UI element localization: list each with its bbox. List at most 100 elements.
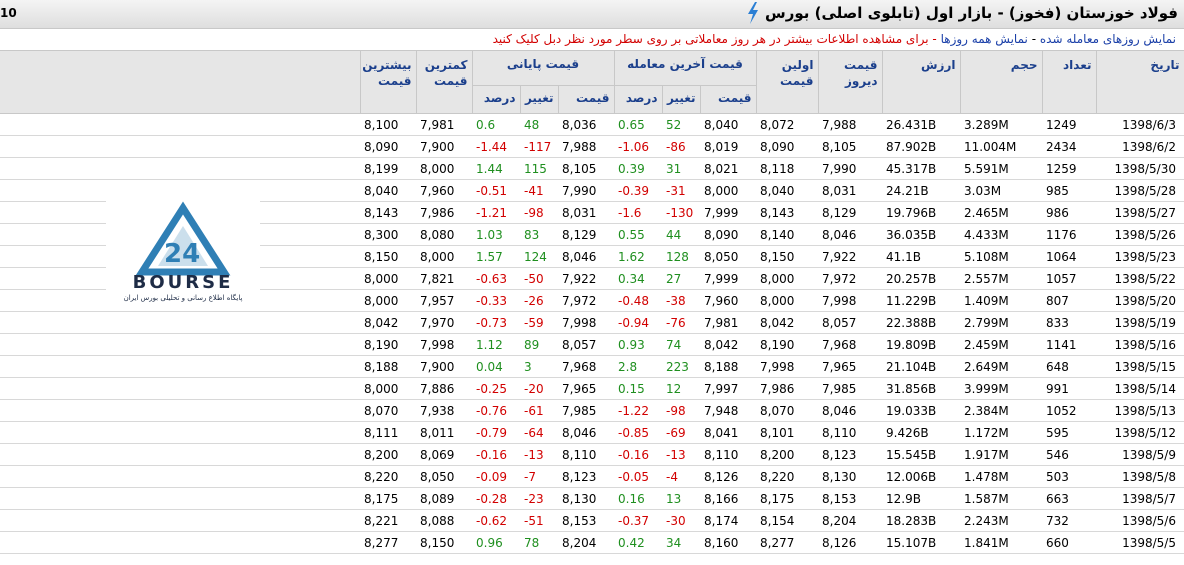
last-change-cell: 31 [662, 157, 700, 180]
final-change-cell: -13 [520, 443, 558, 466]
traded-days-link[interactable]: نمایش روزهای معامله شده [1040, 32, 1176, 46]
date-cell: 1398/5/27 [1096, 201, 1184, 224]
low-price-cell: 8,080 [416, 223, 472, 246]
table-row[interactable]: 1398/6/2 2434 11.004M 87.902B 8,105 8,090 8,01… [0, 135, 1184, 158]
last-percent-cell: -0.39 [614, 179, 662, 202]
header-value[interactable]: ارزش [881, 50, 961, 114]
date-cell: 1398/5/26 [1096, 223, 1184, 246]
volume-cell: 2.459M [960, 333, 1042, 356]
final-change-cell: 124 [520, 245, 558, 268]
table-row[interactable]: 1398/5/9 546 1.917M 15.545B 8,123 8,200 8,110-… [0, 443, 1184, 466]
count-cell: 660 [1042, 531, 1096, 554]
bourse24-logo: 24 BOURSE پایگاه اطلاع رسانی و تحلیلی بو… [106, 196, 260, 304]
last-percent-cell: 0.16 [614, 487, 662, 510]
date-cell: 1398/5/16 [1096, 333, 1184, 356]
first-price-cell: 8,154 [756, 509, 818, 532]
volume-cell: 3.03M [960, 179, 1042, 202]
header-final-price[interactable]: قیمت [557, 85, 615, 114]
count-cell: 991 [1042, 377, 1096, 400]
last-price-cell: 8,166 [700, 487, 756, 510]
value-cell: 18.283B [882, 509, 960, 532]
page-title: فولاد خوزستان (فخوز) - بازار اول (تابلوی… [765, 4, 1178, 22]
last-price-cell: 8,041 [700, 421, 756, 444]
table-row[interactable]: 1398/5/7 663 1.587M 12.9B 8,153 8,175 8,166 13 0… [0, 487, 1184, 510]
last-price-cell: 7,999 [700, 267, 756, 290]
date-cell: 1398/5/8 [1096, 465, 1184, 488]
low-price-cell: 8,000 [416, 157, 472, 180]
final-percent-cell: -1.21 [472, 201, 520, 224]
final-percent-cell: 1.03 [472, 223, 520, 246]
last-change-cell: -13 [662, 443, 700, 466]
last-price-cell: 8,021 [700, 157, 756, 180]
last-change-cell: 223 [662, 355, 700, 378]
header-date[interactable]: تاریخ [1095, 50, 1184, 114]
header-high-price[interactable]: بیشترین قیمت [359, 50, 417, 114]
low-price-cell: 7,986 [416, 201, 472, 224]
high-price-cell: 8,000 [360, 377, 416, 400]
table-row[interactable]: 1398/5/8 503 1.478M 12.006B 8,130 8,220 8,126-… [0, 465, 1184, 488]
corner-text: 10 [0, 6, 17, 20]
table-row[interactable]: 1398/5/19 833 2.799M 22.388B 8,057 8,042 7,981… [0, 311, 1184, 334]
low-price-cell: 8,011 [416, 421, 472, 444]
low-price-cell: 8,150 [416, 531, 472, 554]
volume-cell: 1.409M [960, 289, 1042, 312]
header-spacer [0, 50, 361, 114]
header-last-change[interactable]: تغییر [661, 85, 701, 114]
date-cell: 1398/5/5 [1096, 531, 1184, 554]
first-price-cell: 8,190 [756, 333, 818, 356]
yesterday-price-cell: 7,968 [818, 333, 882, 356]
table-row[interactable]: 1398/5/5 660 1.841M 15.107B 8,126 8,277 8,160 3… [0, 531, 1184, 554]
last-percent-cell: 0.93 [614, 333, 662, 356]
value-cell: 19.796B [882, 201, 960, 224]
date-cell: 1398/5/15 [1096, 355, 1184, 378]
table-row[interactable]: 1398/5/12 595 1.172M 9.426B 8,110 8,101 8,041-… [0, 421, 1184, 444]
table-row[interactable]: 1398/5/6 732 2.243M 18.283B 8,204 8,154 8,174-… [0, 509, 1184, 532]
header-low-price[interactable]: کمترین قیمت [415, 50, 473, 114]
yesterday-price-cell: 7,972 [818, 267, 882, 290]
header-final-change[interactable]: تغییر [519, 85, 559, 114]
table-row[interactable]: 1398/6/3 1249 3.289M 26.431B 7,988 8,072 8,040… [0, 113, 1184, 136]
header-final-percent[interactable]: درصد [471, 85, 521, 114]
link-bar: نمایش روزهای معامله شده - نمایش همه روزه… [493, 32, 1176, 48]
last-price-cell: 8,160 [700, 531, 756, 554]
table-row[interactable]: 1398/5/13 1052 2.384M 19.033B 8,046 8,070 7,94… [0, 399, 1184, 422]
table-row[interactable]: 1398/5/30 1259 5.591M 45.317B 7,990 8,118 8,02… [0, 157, 1184, 180]
count-cell: 1064 [1042, 245, 1096, 268]
low-price-cell: 8,000 [416, 245, 472, 268]
lightning-icon[interactable] [746, 2, 760, 24]
value-cell: 87.902B [882, 135, 960, 158]
count-cell: 595 [1042, 421, 1096, 444]
final-percent-cell: -0.28 [472, 487, 520, 510]
final-price-cell: 7,968 [558, 355, 614, 378]
header-first-price[interactable]: اولین قیمت [755, 50, 819, 114]
header-count[interactable]: تعداد [1041, 50, 1097, 114]
final-percent-cell: -1.44 [472, 135, 520, 158]
table-row[interactable]: 1398/5/14 991 3.999M 31.856B 7,985 7,986 7,997… [0, 377, 1184, 400]
volume-cell: 1.917M [960, 443, 1042, 466]
first-price-cell: 8,101 [756, 421, 818, 444]
date-cell: 1398/5/23 [1096, 245, 1184, 268]
low-price-cell: 7,998 [416, 333, 472, 356]
final-change-cell: -50 [520, 267, 558, 290]
header-yesterday-price[interactable]: قیمت دیروز [817, 50, 883, 114]
table-row[interactable]: 1398/5/15 648 2.649M 21.104B 7,965 7,998 8,188… [0, 355, 1184, 378]
count-cell: 986 [1042, 201, 1096, 224]
all-days-link[interactable]: نمایش همه روزها [941, 32, 1028, 46]
header-volume[interactable]: حجم [959, 50, 1043, 114]
date-cell: 1398/6/3 [1096, 113, 1184, 136]
low-price-cell: 7,886 [416, 377, 472, 400]
row-spacer [0, 487, 360, 510]
yesterday-price-cell: 8,046 [818, 399, 882, 422]
row-spacer [0, 421, 360, 444]
first-price-cell: 8,118 [756, 157, 818, 180]
date-cell: 1398/5/19 [1096, 311, 1184, 334]
yesterday-price-cell: 8,057 [818, 311, 882, 334]
value-cell: 21.104B [882, 355, 960, 378]
row-spacer [0, 377, 360, 400]
volume-cell: 5.108M [960, 245, 1042, 268]
high-price-cell: 8,220 [360, 465, 416, 488]
header-last-percent[interactable]: درصد [613, 85, 663, 114]
table-row[interactable]: 1398/5/16 1141 2.459M 19.809B 7,968 8,190 8,04… [0, 333, 1184, 356]
logo-number: 24 [164, 239, 200, 269]
header-last-price[interactable]: قیمت [699, 85, 757, 114]
